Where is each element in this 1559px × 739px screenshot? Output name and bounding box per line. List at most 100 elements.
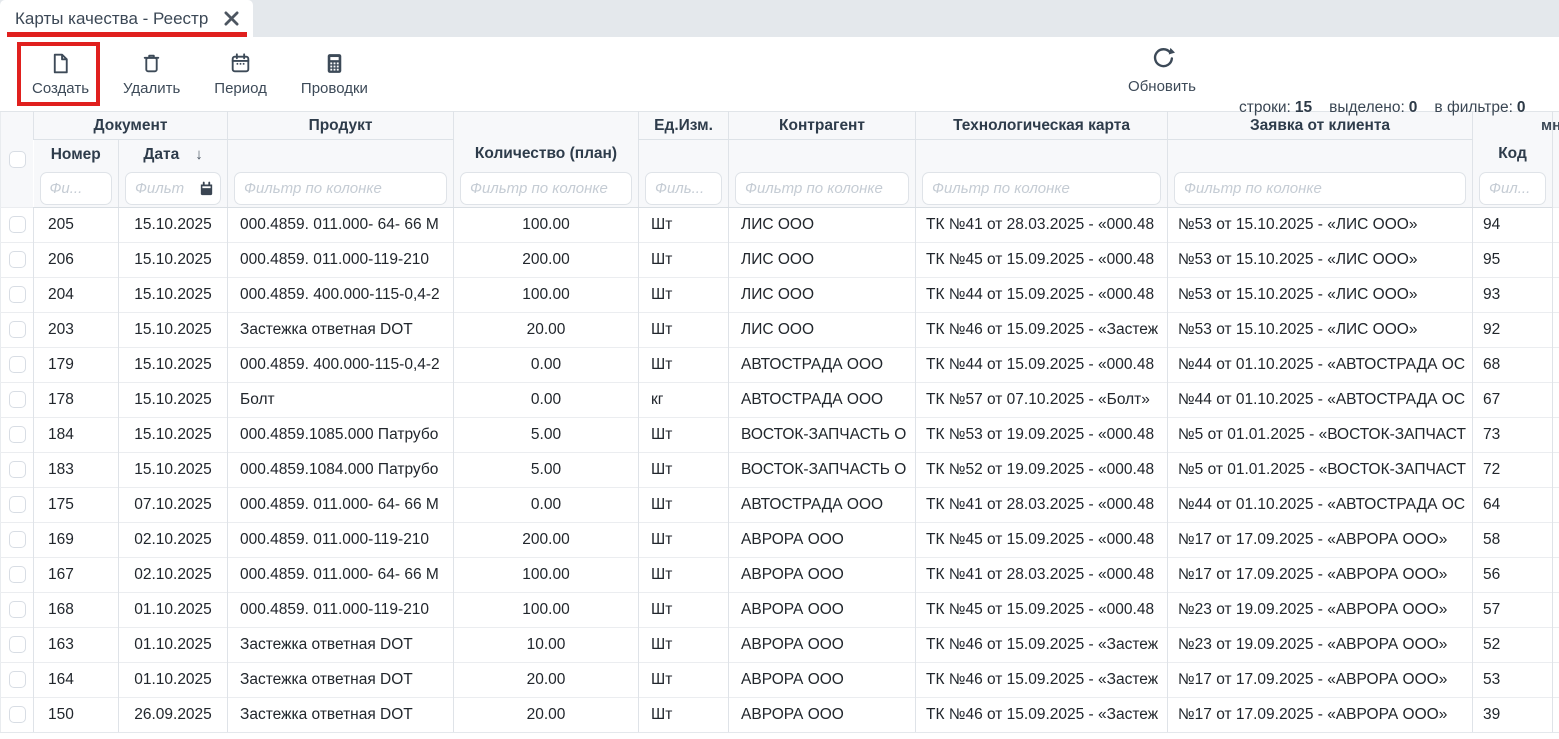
cell-contractor[interactable]: АВРОРА ООО (729, 593, 916, 628)
cell-code[interactable]: 92 (1473, 313, 1553, 348)
row-checkbox[interactable] (9, 461, 26, 478)
cell-client-request[interactable]: №44 от 01.10.2025 - «АВТОСТРАДА ОС (1168, 383, 1473, 418)
cell-unit[interactable]: Шт (639, 348, 729, 383)
table-row[interactable]: 169 02.10.2025 000.4859. 011.000-119-210… (1, 523, 1559, 558)
cell-unit[interactable]: кг (639, 383, 729, 418)
row-checkbox[interactable] (9, 321, 26, 338)
row-checkbox-cell[interactable] (1, 628, 34, 663)
row-checkbox-cell[interactable] (1, 558, 34, 593)
delete-button[interactable]: Удалить (117, 51, 186, 97)
cell-product[interactable]: 000.4859. 011.000- 64- 66 М (228, 208, 454, 243)
cell-client-request[interactable]: №44 от 01.10.2025 - «АВТОСТРАДА ОС (1168, 488, 1473, 523)
cell-quantity[interactable]: 100.00 (454, 593, 639, 628)
cell-contractor[interactable]: АВТОСТРАДА ООО (729, 348, 916, 383)
filter-tech-card-input[interactable] (922, 172, 1161, 205)
cell-date[interactable]: 26.09.2025 (119, 698, 228, 733)
cell-client-request[interactable]: №17 от 17.09.2025 - «АВРОРА ООО» (1168, 558, 1473, 593)
cell-number[interactable]: 179 (34, 348, 119, 383)
row-checkbox[interactable] (9, 671, 26, 688)
cell-contractor[interactable]: АВРОРА ООО (729, 523, 916, 558)
calendar-icon[interactable] (198, 180, 215, 197)
cell-date[interactable]: 15.10.2025 (119, 243, 228, 278)
row-checkbox-cell[interactable] (1, 278, 34, 313)
cell-product[interactable]: 000.4859. 011.000-119-210 (228, 243, 454, 278)
cell-client-request[interactable]: №44 от 01.10.2025 - «АВТОСТРАДА ОС (1168, 348, 1473, 383)
row-checkbox[interactable] (9, 391, 26, 408)
table-row[interactable]: 205 15.10.2025 000.4859. 011.000- 64- 66… (1, 208, 1559, 243)
cell-number[interactable]: 168 (34, 593, 119, 628)
row-checkbox[interactable] (9, 601, 26, 618)
filter-client-request-input[interactable] (1174, 172, 1466, 205)
cell-date[interactable]: 01.10.2025 (119, 593, 228, 628)
cell-number[interactable]: 205 (34, 208, 119, 243)
cell-date[interactable]: 01.10.2025 (119, 628, 228, 663)
table-row[interactable]: 178 15.10.2025 Болт 0.00 кг АВТОСТРАДА О… (1, 383, 1559, 418)
cell-product[interactable]: 000.4859.1085.000 Патрубо (228, 418, 454, 453)
cell-client-request[interactable]: №5 от 01.01.2025 - «ВОСТОК-ЗАПЧАСТ (1168, 453, 1473, 488)
cell-code[interactable]: 39 (1473, 698, 1553, 733)
cell-number[interactable]: 169 (34, 523, 119, 558)
cell-product[interactable]: 000.4859. 400.000-115-0,4-2 (228, 348, 454, 383)
cell-unit[interactable]: Шт (639, 593, 729, 628)
cell-contractor[interactable]: АВРОРА ООО (729, 558, 916, 593)
cell-number[interactable]: 206 (34, 243, 119, 278)
group-header-contractor[interactable]: Контрагент (729, 112, 916, 140)
row-checkbox[interactable] (9, 531, 26, 548)
cell-code[interactable]: 94 (1473, 208, 1553, 243)
cell-unit[interactable]: Шт (639, 313, 729, 348)
row-checkbox[interactable] (9, 706, 26, 723)
period-button[interactable]: Период (208, 51, 273, 97)
cell-client-request[interactable]: №53 от 15.10.2025 - «ЛИС ООО» (1168, 243, 1473, 278)
cell-client-request[interactable]: №17 от 17.09.2025 - «АВРОРА ООО» (1168, 663, 1473, 698)
cell-product[interactable]: Застежка ответная DOT (228, 698, 454, 733)
cell-contractor[interactable]: ЛИС ООО (729, 208, 916, 243)
cell-product[interactable]: 000.4859. 011.000- 64- 66 М (228, 488, 454, 523)
cell-quantity[interactable]: 0.00 (454, 348, 639, 383)
cell-number[interactable]: 164 (34, 663, 119, 698)
cell-tech-card[interactable]: ТК №53 от 19.09.2025 - «000.48 (916, 418, 1168, 453)
select-all-checkbox[interactable] (9, 151, 26, 168)
cell-unit[interactable]: Шт (639, 208, 729, 243)
cell-tech-card[interactable]: ТК №46 от 15.09.2025 - «Застеж (916, 313, 1168, 348)
row-checkbox-cell[interactable] (1, 523, 34, 558)
cell-client-request[interactable]: №23 от 19.09.2025 - «АВРОРА ООО» (1168, 593, 1473, 628)
cell-product[interactable]: 000.4859.1084.000 Патрубо (228, 453, 454, 488)
cell-contractor[interactable]: ЛИС ООО (729, 313, 916, 348)
row-checkbox-cell[interactable] (1, 313, 34, 348)
table-row[interactable]: 167 02.10.2025 000.4859. 011.000- 64- 66… (1, 558, 1559, 593)
row-checkbox[interactable] (9, 286, 26, 303)
row-checkbox-cell[interactable] (1, 698, 34, 733)
table-row[interactable]: 204 15.10.2025 000.4859. 400.000-115-0,4… (1, 278, 1559, 313)
cell-product[interactable]: Застежка ответная DOT (228, 628, 454, 663)
cell-contractor[interactable]: ЛИС ООО (729, 278, 916, 313)
cell-number[interactable]: 204 (34, 278, 119, 313)
cell-number[interactable]: 184 (34, 418, 119, 453)
cell-code[interactable]: 73 (1473, 418, 1553, 453)
cell-quantity[interactable]: 10.00 (454, 628, 639, 663)
table-row[interactable]: 184 15.10.2025 000.4859.1085.000 Патрубо… (1, 418, 1559, 453)
cell-unit[interactable]: Шт (639, 628, 729, 663)
filter-unit-input[interactable] (645, 172, 722, 205)
cell-contractor[interactable]: АВТОСТРАДА ООО (729, 383, 916, 418)
cell-tech-card[interactable]: ТК №46 от 15.09.2025 - «Застеж (916, 698, 1168, 733)
cell-number[interactable]: 183 (34, 453, 119, 488)
cell-client-request[interactable]: №53 от 15.10.2025 - «ЛИС ООО» (1168, 208, 1473, 243)
cell-code[interactable]: 56 (1473, 558, 1553, 593)
table-row[interactable]: 179 15.10.2025 000.4859. 400.000-115-0,4… (1, 348, 1559, 383)
cell-code[interactable]: 64 (1473, 488, 1553, 523)
cell-contractor[interactable]: ВОСТОК-ЗАПЧАСТЬ О (729, 453, 916, 488)
table-row[interactable]: 150 26.09.2025 Застежка ответная DOT 20.… (1, 698, 1559, 733)
cell-quantity[interactable]: 0.00 (454, 488, 639, 523)
cell-quantity[interactable]: 100.00 (454, 208, 639, 243)
cell-product[interactable]: 000.4859. 011.000-119-210 (228, 593, 454, 628)
table-row[interactable]: 206 15.10.2025 000.4859. 011.000-119-210… (1, 243, 1559, 278)
cell-quantity[interactable]: 200.00 (454, 243, 639, 278)
cell-unit[interactable]: Шт (639, 243, 729, 278)
row-checkbox[interactable] (9, 636, 26, 653)
filter-code-input[interactable] (1479, 172, 1546, 205)
table-row[interactable]: 168 01.10.2025 000.4859. 011.000-119-210… (1, 593, 1559, 628)
cell-unit[interactable]: Шт (639, 523, 729, 558)
cell-tech-card[interactable]: ТК №44 от 15.09.2025 - «000.48 (916, 278, 1168, 313)
cell-client-request[interactable]: №5 от 01.01.2025 - «ВОСТОК-ЗАПЧАСТ (1168, 418, 1473, 453)
cell-product[interactable]: 000.4859. 400.000-115-0,4-2 (228, 278, 454, 313)
